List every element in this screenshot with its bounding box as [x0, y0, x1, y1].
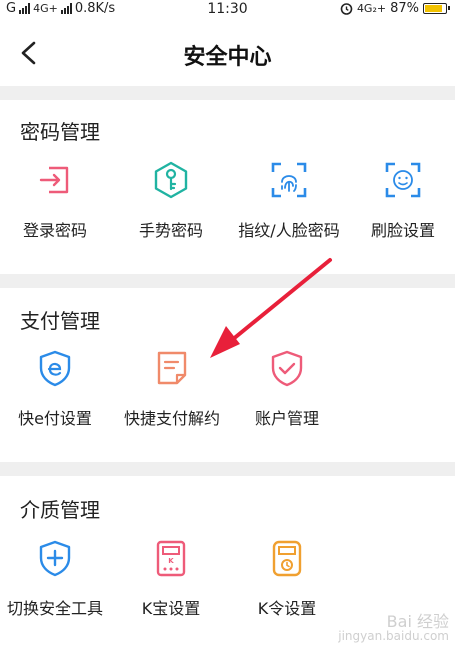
annotation-arrow [210, 258, 332, 358]
watermark: Bai 经验 jingyan.baidu.com [338, 612, 449, 644]
watermark-brand: Bai 经验 [386, 612, 449, 631]
watermark-url: jingyan.baidu.com [338, 629, 449, 643]
